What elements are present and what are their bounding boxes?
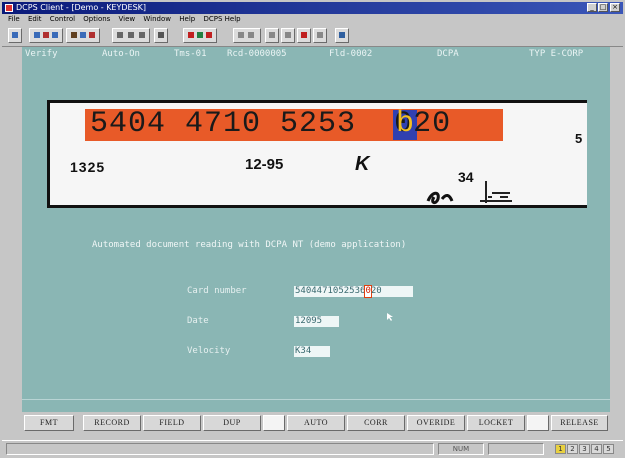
fkey-dup[interactable]: DUP [203,415,261,431]
date-label: Date [187,316,209,326]
image-line2-left: 1325 [70,159,106,175]
status-mode: Verify [25,49,58,59]
fkey-blank-2[interactable] [527,415,549,431]
status-panel-extra [488,443,544,455]
card-number-field[interactable]: 5404471052536020 [294,285,413,298]
fkey-fmt[interactable]: FMT [24,415,74,431]
fkey-overide[interactable]: OVERIDE [407,415,465,431]
zoom-group-icon[interactable] [233,28,261,43]
menu-window[interactable]: Window [143,14,171,24]
menu-control[interactable]: Control [50,14,75,24]
tool-icon-2[interactable] [281,28,295,43]
terminal-screen: Verify Auto-On Tms-01 Rcd-0000005 Fld-00… [22,47,610,412]
title-bar[interactable]: DCPS Client - [Demo - KEYDESK] _ □ × [2,2,623,14]
open-icon[interactable] [8,28,22,43]
status-fld: Fld-0002 [329,49,373,59]
fkey-auto[interactable]: AUTO [287,415,345,431]
image-side-char: 5 [575,131,583,146]
menu-help[interactable]: Help [179,14,195,24]
menu-dcps-help[interactable]: DCPS Help [203,14,240,24]
application-window: DCPS Client - [Demo - KEYDESK] _ □ × Fil… [0,0,625,458]
status-app: DCPA [437,49,459,59]
velocity-label: Velocity [187,346,231,356]
screen-status-line: Verify Auto-On Tms-01 Rcd-0000005 Fld-00… [22,49,610,61]
status-panel-main [6,443,434,455]
close-icon[interactable]: × [610,3,620,12]
print-icon[interactable] [154,28,168,43]
mouse-pointer-icon [387,313,393,321]
screen-divider [22,399,610,400]
tool-icon-4[interactable] [313,28,327,43]
function-key-bar: FMT RECORD FIELD DUP AUTO CORR OVERIDE L… [22,414,610,432]
menu-edit[interactable]: Edit [28,14,42,24]
fkey-blank-1[interactable] [263,415,285,431]
navigate-group-icon[interactable] [112,28,150,43]
current-char-image: b [396,107,415,141]
status-rcd: Rcd-0000005 [227,49,287,59]
status-led-3: 3 [579,444,590,454]
menu-bar: File Edit Control Options View Window He… [2,14,623,24]
status-led-2: 2 [567,444,578,454]
screen-heading: Automated document reading with DCPA NT … [92,240,407,250]
fkey-field[interactable]: FIELD [143,415,201,431]
tool-icon-3[interactable] [297,28,311,43]
menu-file[interactable]: File [8,14,20,24]
minimize-icon[interactable]: _ [587,3,597,12]
velocity-field[interactable]: K34 [294,346,330,357]
tool-icon-1[interactable] [265,28,279,43]
date-field[interactable]: 12095 [294,316,339,327]
status-bar: NUM 1 2 3 4 5 [2,440,623,457]
window-title: DCPS Client - [Demo - KEYDESK] [16,3,147,12]
status-tms: Tms-01 [174,49,207,59]
fkey-record[interactable]: RECORD [83,415,141,431]
document-image: 5404 4710 5253 b020 b 5 1325 12-95 K 34 [47,100,587,208]
signature-scribble [426,181,512,205]
toolbar [2,24,623,47]
image-line2-date: 12-95 [245,156,284,173]
menu-view[interactable]: View [119,14,136,24]
status-led-4: 4 [591,444,602,454]
layout-group-icon[interactable] [29,28,63,43]
fkey-locket[interactable]: LOCKET [467,415,525,431]
menu-options[interactable]: Options [83,14,110,24]
card-number-label: Card number [187,286,247,296]
status-panel-num: NUM [438,443,484,455]
fkey-corr[interactable]: CORR [347,415,405,431]
app-system-icon[interactable] [5,4,13,12]
status-auto: Auto-On [102,49,140,59]
status-led-5: 5 [603,444,614,454]
image-line2-k: K [355,153,370,175]
record-group-icon[interactable] [66,28,100,43]
status-led-1: 1 [555,444,566,454]
status-typ: TYP E-CORP [529,49,584,59]
help-icon[interactable] [335,28,349,43]
image-group-icon[interactable] [183,28,217,43]
maximize-icon[interactable]: □ [598,3,608,12]
fkey-release[interactable]: RELEASE [551,415,608,431]
